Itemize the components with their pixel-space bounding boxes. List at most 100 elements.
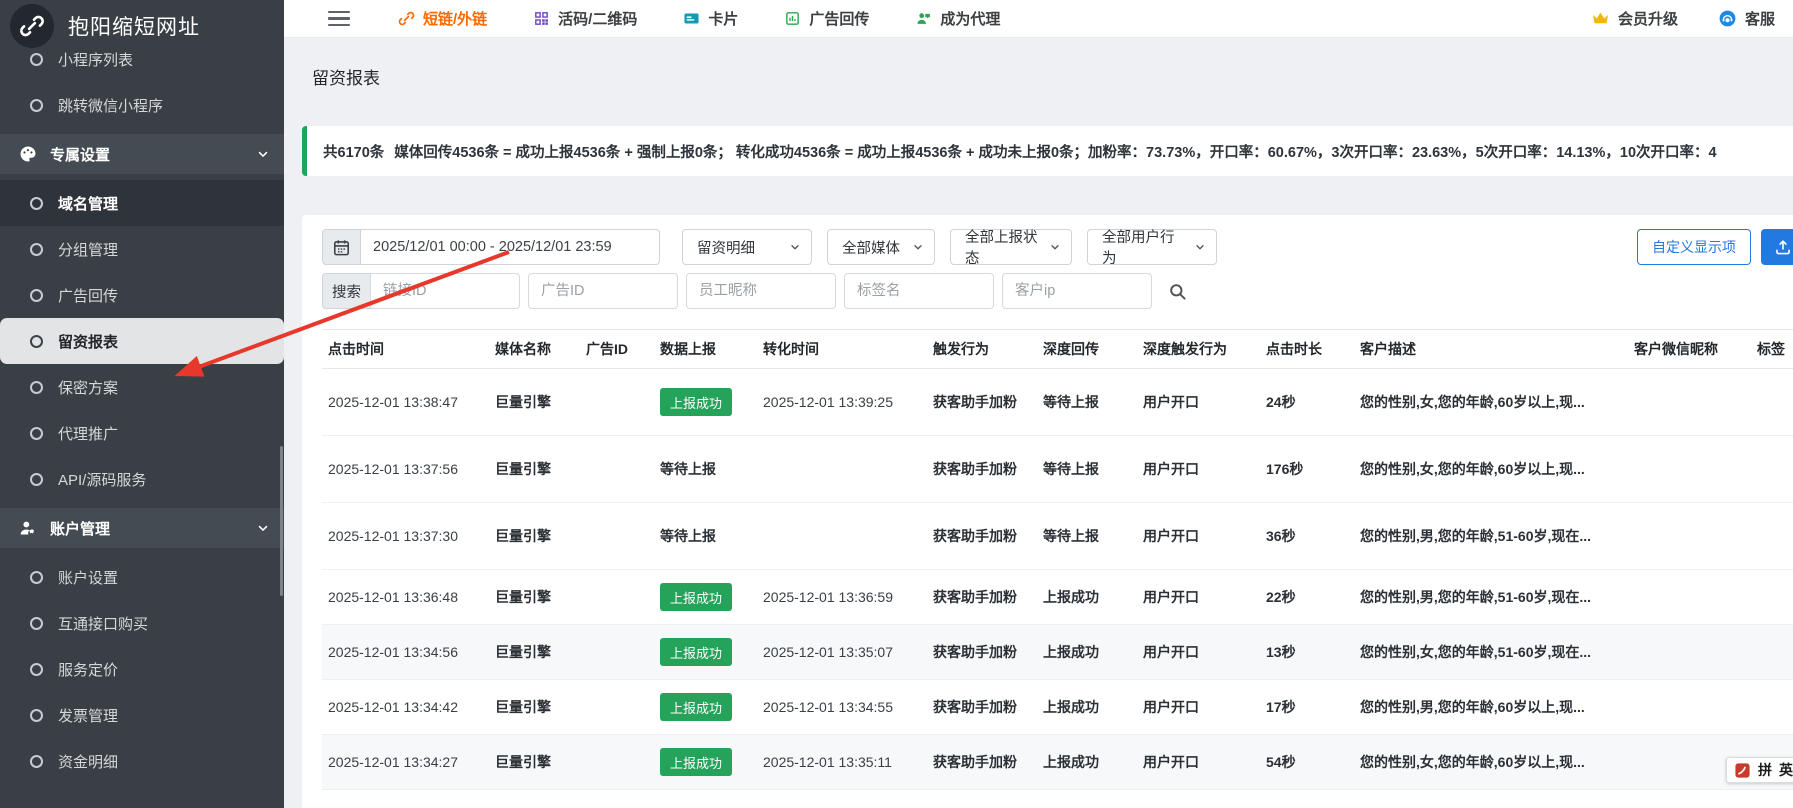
sidebar-item-6[interactable]: 广告回传: [0, 272, 284, 318]
cell-click-duration: 22秒: [1266, 587, 1360, 607]
bullet-circle-icon: [30, 335, 43, 348]
sidebar-section-11[interactable]: 账户管理: [0, 508, 284, 548]
summary-alert: 共6170条 媒体回传4536条 = 成功上报4536条 + 强制上报0条； 转…: [302, 126, 1793, 176]
sidebar-item-12[interactable]: 账户设置: [0, 554, 284, 600]
sidebar-item-7[interactable]: 留资报表: [0, 318, 284, 364]
cell-convert-time: 2025-12-01 13:35:07: [763, 644, 933, 660]
ime-toolbar[interactable]: 拼 英: [1726, 757, 1793, 783]
column-header-ad-id: 广告ID: [586, 339, 660, 359]
sidebar-item-5[interactable]: 分组管理: [0, 226, 284, 272]
palette-icon: [18, 144, 38, 164]
bullet-circle-icon: [30, 709, 43, 722]
customer-ip-input[interactable]: [1002, 273, 1152, 309]
search-button[interactable]: [1160, 274, 1194, 308]
link-id-input[interactable]: [370, 273, 520, 309]
table-header-row: 点击时间媒体名称广告ID数据上报转化时间触发行为深度回传深度触发行为点击时长客户…: [322, 329, 1793, 369]
sidebar-item-8[interactable]: 保密方案: [0, 364, 284, 410]
cell-deep-trigger-action: 用户开口: [1143, 642, 1266, 662]
cell-click-time: 2025-12-01 13:38:47: [328, 394, 495, 410]
report-status-badge: 上报成功: [660, 748, 732, 776]
tag-name-input[interactable]: [844, 273, 994, 309]
topnav-right-item-1[interactable]: 客服: [1718, 8, 1775, 29]
cell-deep-trigger-action: 用户开口: [1143, 697, 1266, 717]
ime-pinyin-mode[interactable]: 拼: [1758, 760, 1772, 780]
chevron-down-icon: [912, 241, 924, 253]
select-value: 全部媒体: [842, 237, 900, 258]
topnav-item-4[interactable]: 成为代理: [915, 8, 1000, 29]
topnav-item-2[interactable]: 卡片: [683, 8, 738, 29]
sidebar-item-4[interactable]: 域名管理: [0, 180, 284, 226]
ad-callback-icon: [784, 10, 801, 27]
cell-deep-trigger-action: 用户开口: [1143, 526, 1266, 546]
staff-nickname-input[interactable]: [686, 273, 836, 309]
cell-click-duration: 176秒: [1266, 459, 1360, 479]
cell-deep-callback: 上报成功: [1043, 642, 1143, 662]
sidebar-section-label: 账户管理: [50, 518, 110, 539]
sidebar-section-3[interactable]: 专属设置: [0, 134, 284, 174]
cell-media-name: 巨量引擎: [495, 697, 586, 717]
cell-data-report: 上报成功: [660, 693, 763, 721]
topnav-item-0[interactable]: 短链/外链: [398, 8, 487, 29]
sidebar: 跳转小程序小程序列表跳转微信小程序专属设置域名管理分组管理广告回传留资报表保密方…: [0, 0, 284, 808]
support-icon: [1718, 9, 1737, 28]
search-row: 搜索: [322, 273, 1793, 309]
ad-id-input[interactable]: [528, 273, 678, 309]
sidebar-item-14[interactable]: 服务定价: [0, 646, 284, 692]
summary-total: 共6170条: [323, 141, 384, 162]
report-status-select[interactable]: 全部上报状态: [950, 229, 1072, 265]
column-header-media-name: 媒体名称: [495, 339, 586, 359]
chevron-down-icon: [256, 521, 270, 535]
sidebar-item-label: 互通接口购买: [58, 613, 148, 634]
cell-click-time: 2025-12-01 13:37:30: [328, 528, 495, 544]
customize-columns-button[interactable]: 自定义显示项: [1637, 229, 1751, 265]
topnav-item-3[interactable]: 广告回传: [784, 8, 869, 29]
sidebar-item-16[interactable]: 资金明细: [0, 738, 284, 784]
cell-trigger-action: 获客助手加粉: [933, 459, 1043, 479]
report-type-select[interactable]: 留资明细: [682, 229, 812, 265]
column-header-convert-time: 转化时间: [763, 339, 933, 359]
select-value: 留资明细: [697, 237, 755, 258]
cell-media-name: 巨量引擎: [495, 526, 586, 546]
report-table: 点击时间媒体名称广告ID数据上报转化时间触发行为深度回传深度触发行为点击时长客户…: [322, 329, 1793, 790]
topnav-item-1[interactable]: 活码/二维码: [533, 8, 637, 29]
hamburger-menu-icon[interactable]: [328, 11, 350, 27]
cell-data-report: 上报成功: [660, 638, 763, 666]
sidebar-item-10[interactable]: API/源码服务: [0, 456, 284, 502]
chevron-down-icon: [1194, 241, 1206, 253]
bullet-circle-icon: [30, 289, 43, 302]
sidebar-item-15[interactable]: 发票管理: [0, 692, 284, 738]
media-select[interactable]: 全部媒体: [827, 229, 935, 265]
sidebar-scrollbar-thumb[interactable]: [280, 446, 283, 596]
cell-deep-callback: 等待上报: [1043, 459, 1143, 479]
cell-click-time: 2025-12-01 13:36:48: [328, 589, 495, 605]
column-header-tag: 标签: [1757, 339, 1793, 359]
calendar-icon[interactable]: [322, 229, 360, 265]
bullet-circle-icon: [30, 617, 43, 630]
cell-data-report: 等待上报: [660, 526, 763, 546]
bullet-circle-icon: [30, 99, 43, 112]
cell-customer-desc: 您的性别,男,您的年龄,60岁以上,现...: [1360, 697, 1634, 717]
table-row: 2025-12-01 13:34:27巨量引擎上报成功2025-12-01 13…: [322, 735, 1793, 790]
bullet-circle-icon: [30, 53, 43, 66]
column-header-trigger-action: 触发行为: [933, 339, 1043, 359]
chevron-down-icon: [789, 241, 801, 253]
cell-click-duration: 54秒: [1266, 752, 1360, 772]
sidebar-item-13[interactable]: 互通接口购买: [0, 600, 284, 646]
topnav-item-label: 成为代理: [940, 8, 1000, 29]
card-icon: [683, 10, 700, 27]
chevron-down-icon: [1049, 241, 1061, 253]
user-action-select[interactable]: 全部用户行为: [1087, 229, 1217, 265]
date-range-input[interactable]: [360, 229, 660, 265]
sidebar-item-label: API/源码服务: [58, 469, 146, 490]
sidebar-item-2[interactable]: 跳转微信小程序: [0, 82, 284, 128]
sidebar-item-9[interactable]: 代理推广: [0, 410, 284, 456]
ime-english-mode[interactable]: 英: [1779, 760, 1793, 780]
export-button[interactable]: [1761, 229, 1793, 265]
column-header-click-duration: 点击时长: [1266, 339, 1360, 359]
cell-customer-desc: 您的性别,男,您的年龄,51-60岁,现在...: [1360, 526, 1634, 546]
topnav-right-item-0[interactable]: 会员升级: [1591, 8, 1678, 29]
cell-convert-time: 2025-12-01 13:36:59: [763, 589, 933, 605]
bullet-circle-icon: [30, 571, 43, 584]
qrcode-icon: [533, 10, 550, 27]
cell-media-name: 巨量引擎: [495, 752, 586, 772]
